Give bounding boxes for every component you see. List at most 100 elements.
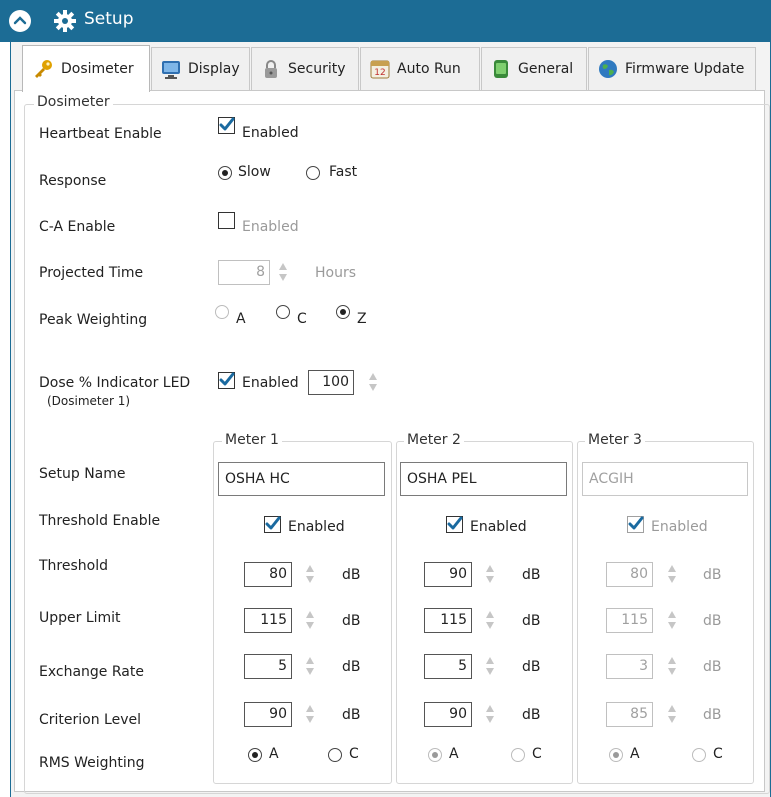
peak-weighting-label: Peak Weighting	[39, 312, 148, 328]
threshold-enable-label: Threshold Enable	[39, 513, 161, 529]
tab-dosimeter[interactable]: Dosimeter	[22, 45, 150, 92]
projected-time-spinner[interactable]	[277, 260, 289, 284]
peak-a-radio[interactable]	[215, 305, 229, 319]
meter-2-threshold-spinner[interactable]	[484, 562, 496, 586]
ca-enabled-label: Enabled	[242, 219, 299, 235]
dose-led-sublabel: (Dosimeter 1)	[47, 394, 131, 408]
meter-2-exchange-rate-input[interactable]: 5	[424, 654, 472, 679]
meter-1-threshold-spinner[interactable]	[304, 562, 316, 586]
peak-z-label: Z	[357, 311, 367, 327]
meter-1-threshold-enabled-label: Enabled	[288, 519, 345, 535]
tab-label: General	[518, 61, 574, 77]
tab-auto-run[interactable]: 12 Auto Run	[360, 47, 480, 90]
dose-led-input[interactable]: 100	[308, 370, 354, 395]
tab-display[interactable]: Display	[151, 47, 250, 90]
meter-3-upper-limit-unit: dB	[703, 613, 722, 629]
meter-3-name-input[interactable]: ACGIH	[582, 462, 748, 496]
meter-1-threshold-input[interactable]: 80	[244, 562, 292, 587]
meter-2-upper-limit-input[interactable]: 115	[424, 608, 472, 633]
checkmark-icon	[447, 516, 463, 530]
meter-2-exchange-rate-spinner[interactable]	[484, 654, 496, 678]
meter-3-criterion-unit: dB	[703, 707, 722, 723]
projected-time-input[interactable]: 8	[218, 260, 270, 285]
checkmark-icon	[219, 117, 235, 131]
meter-2-upper-limit-unit: dB	[522, 613, 541, 629]
meter-2-threshold-input[interactable]: 90	[424, 562, 472, 587]
meter-3-rms-c-radio[interactable]	[692, 748, 706, 762]
response-slow-label: Slow	[238, 164, 271, 180]
meter-1-rms-a-radio[interactable]	[248, 748, 262, 762]
response-label: Response	[39, 173, 107, 189]
meter-2-rms-a-label: A	[449, 746, 459, 762]
meter-1-name-input[interactable]: OSHA HC	[218, 462, 385, 496]
response-fast-label: Fast	[329, 164, 358, 180]
peak-z-radio[interactable]	[336, 305, 350, 319]
meter-1-upper-limit-unit: dB	[342, 613, 361, 629]
meter-3-threshold-spinner[interactable]	[666, 562, 678, 586]
meter-1-exchange-rate-spinner[interactable]	[304, 654, 316, 678]
meter-1-title: Meter 1	[222, 432, 282, 448]
response-fast-radio[interactable]	[306, 166, 320, 180]
threshold-label: Threshold	[39, 558, 108, 574]
meter-2-title: Meter 2	[404, 432, 464, 448]
globe-icon	[599, 60, 617, 78]
tab-general[interactable]: General	[481, 47, 587, 90]
gear-icon	[54, 10, 76, 32]
meter-2-rms-c-radio[interactable]	[511, 748, 525, 762]
ca-enable-label: C-A Enable	[39, 219, 116, 235]
heartbeat-label: Heartbeat Enable	[39, 126, 162, 142]
meter-3-threshold-checkbox[interactable]	[627, 516, 644, 533]
checkmark-icon	[628, 516, 644, 530]
meter-1-upper-limit-spinner[interactable]	[304, 608, 316, 632]
projected-time-label: Projected Time	[39, 265, 144, 281]
meter-1-criterion-spinner[interactable]	[304, 702, 316, 726]
tab-label: Security	[288, 61, 346, 77]
meter-2-rms-a-radio[interactable]	[428, 748, 442, 762]
meter-1-threshold-checkbox[interactable]	[264, 516, 281, 533]
meter-3-exchange-rate-input[interactable]: 3	[606, 654, 653, 679]
meter-3-criterion-spinner[interactable]	[666, 702, 678, 726]
peak-c-label: C	[297, 311, 307, 327]
rms-weighting-label: RMS Weighting	[39, 755, 145, 771]
tab-security[interactable]: Security	[251, 47, 359, 90]
meter-1-criterion-unit: dB	[342, 707, 361, 723]
response-slow-radio[interactable]	[218, 166, 232, 180]
hours-unit-label: Hours	[315, 265, 357, 281]
meter-1-upper-limit-input[interactable]: 115	[244, 608, 292, 633]
meter-2-criterion-unit: dB	[522, 707, 541, 723]
tab-label: Auto Run	[397, 61, 461, 77]
dose-led-checkbox[interactable]	[218, 372, 235, 389]
meter-2-name-input[interactable]: OSHA PEL	[400, 462, 567, 496]
criterion-level-label: Criterion Level	[39, 712, 142, 728]
meter-2-threshold-unit: dB	[522, 567, 541, 583]
meter-3-criterion-input[interactable]: 85	[606, 702, 653, 727]
meter-3-threshold-input[interactable]: 80	[606, 562, 653, 587]
meter-3-upper-limit-spinner[interactable]	[666, 608, 678, 632]
monitor-icon	[162, 61, 180, 79]
meter-1-rms-c-radio[interactable]	[328, 748, 342, 762]
dose-led-spinner[interactable]	[367, 370, 379, 394]
meter-2-criterion-spinner[interactable]	[484, 702, 496, 726]
svg-text:12: 12	[374, 68, 385, 78]
heartbeat-checkbox[interactable]	[218, 117, 235, 134]
peak-c-radio[interactable]	[276, 305, 290, 319]
chevron-up-icon	[13, 16, 27, 25]
tab-label: Display	[188, 61, 240, 77]
meter-1-exchange-rate-unit: dB	[342, 659, 361, 675]
meter-1-exchange-rate-input[interactable]: 5	[244, 654, 292, 679]
meter-3-title: Meter 3	[585, 432, 645, 448]
meter-2-threshold-checkbox[interactable]	[446, 516, 463, 533]
meter-2-criterion-input[interactable]: 90	[424, 702, 472, 727]
meter-2-upper-limit-spinner[interactable]	[484, 608, 496, 632]
meter-3-threshold-unit: dB	[703, 567, 722, 583]
tab-firmware-update[interactable]: Firmware Update	[588, 47, 756, 90]
collapse-button[interactable]	[9, 10, 31, 32]
upper-limit-label: Upper Limit	[39, 610, 121, 626]
meter-3-rms-a-radio[interactable]	[609, 748, 623, 762]
meter-1-rms-a-label: A	[269, 746, 279, 762]
window-title: Setup	[84, 9, 134, 29]
meter-3-exchange-rate-spinner[interactable]	[666, 654, 678, 678]
meter-3-upper-limit-input[interactable]: 115	[606, 608, 653, 633]
meter-1-criterion-input[interactable]: 90	[244, 702, 292, 727]
ca-enable-checkbox[interactable]	[218, 212, 235, 229]
